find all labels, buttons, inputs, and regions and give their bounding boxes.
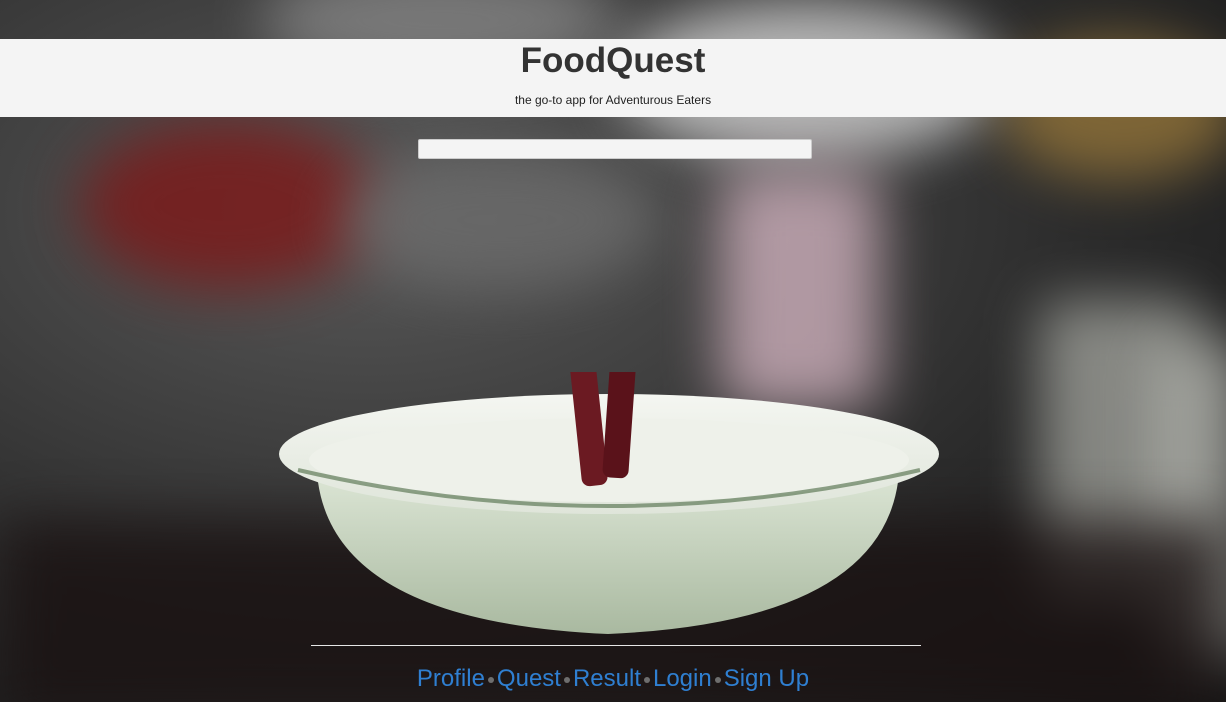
site-title: FoodQuest <box>520 41 706 80</box>
background-blur <box>340 150 660 290</box>
nav-link-sign-up[interactable]: Sign Up <box>724 665 809 692</box>
nav-separator-dot <box>563 676 570 683</box>
site-tagline: the go-to app for Adventurous Eaters <box>514 93 712 107</box>
nav-link-result[interactable]: Result <box>573 665 641 692</box>
bottom-nav: Profile Quest Result Login Sign Up <box>0 664 1226 694</box>
site-header: FoodQuest the go-to app for Adventurous … <box>0 39 1226 117</box>
nav-separator-dot <box>487 676 494 683</box>
nav-separator-dot <box>643 676 650 683</box>
nav-link-quest[interactable]: Quest <box>497 665 561 692</box>
nav-divider <box>311 645 921 646</box>
nav-link-profile[interactable]: Profile <box>417 665 485 692</box>
bowl-with-chopsticks-illustration <box>279 372 939 634</box>
search-input[interactable] <box>418 139 812 159</box>
background-blur <box>80 120 380 290</box>
nav-link-login[interactable]: Login <box>653 665 712 692</box>
nav-separator-dot <box>714 676 721 683</box>
